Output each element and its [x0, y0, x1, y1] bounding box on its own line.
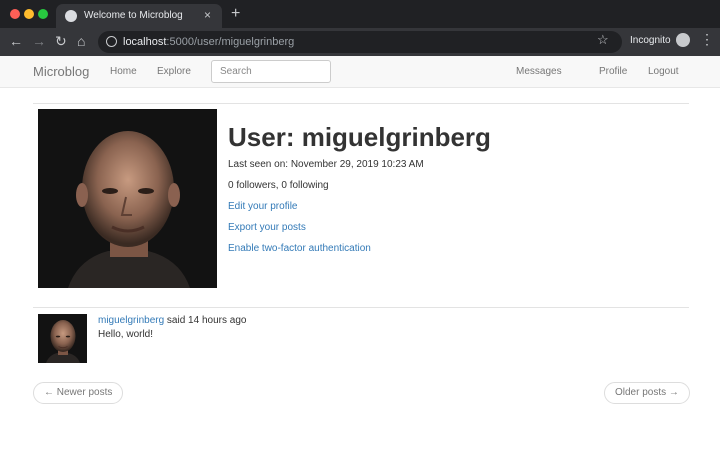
search-input[interactable]	[211, 60, 331, 83]
enable-2fa-link[interactable]: Enable two-factor authentication	[228, 243, 371, 254]
page-title: User: miguelgrinberg	[228, 122, 491, 152]
reload-icon[interactable]: ↻	[55, 33, 67, 49]
arrow-left-icon[interactable]: ←	[9, 33, 23, 49]
divider	[33, 307, 689, 308]
close-icon[interactable]: ×	[204, 8, 211, 22]
post-timestamp: said 14 hours ago	[164, 315, 247, 326]
window-close-button[interactable]	[10, 9, 20, 19]
star-icon[interactable]: ☆	[597, 32, 609, 48]
home-icon[interactable]: ⌂	[77, 33, 85, 49]
browser-toolbar: ← → ↻ ⌂ localhost:5000/user/miguelgrinbe…	[0, 28, 720, 56]
arrow-right-icon[interactable]: →	[32, 33, 46, 49]
nav-logout-link[interactable]: Logout	[648, 66, 679, 77]
info-icon[interactable]	[106, 36, 117, 47]
nav-home-link[interactable]: Home	[110, 66, 137, 77]
post-author-link[interactable]: miguelgrinberg	[98, 315, 164, 326]
last-seen-text: Last seen on: November 29, 2019 10:23 AM	[228, 159, 424, 170]
globe-icon	[65, 10, 77, 22]
address-bar[interactable]: localhost:5000/user/miguelgrinberg	[98, 31, 622, 53]
incognito-label: Incognito	[630, 35, 671, 46]
tab-strip: Welcome to Microblog × +	[0, 0, 720, 28]
post-body: Hello, world!	[98, 329, 154, 340]
newer-posts-button[interactable]: ← Newer posts	[33, 382, 124, 404]
nav-explore-link[interactable]: Explore	[157, 66, 191, 77]
browser-chrome: Welcome to Microblog × + ← → ↻ ⌂ localho…	[0, 0, 720, 56]
incognito-icon[interactable]	[676, 33, 690, 47]
url-host: localhost	[123, 36, 167, 48]
edit-profile-link[interactable]: Edit your profile	[228, 201, 297, 212]
window-minimize-button[interactable]	[24, 9, 34, 19]
nav-messages-link[interactable]: Messages	[516, 66, 562, 77]
divider	[33, 103, 689, 104]
url-path: :5000/user/miguelgrinberg	[166, 36, 295, 48]
url-text: localhost:5000/user/miguelgrinberg	[123, 36, 294, 48]
window-maximize-button[interactable]	[38, 9, 48, 19]
older-posts-button[interactable]: Older posts →	[604, 382, 690, 404]
new-tab-icon[interactable]: +	[231, 5, 240, 23]
browser-tab[interactable]: Welcome to Microblog ×	[56, 4, 222, 28]
follow-counts: 0 followers, 0 following	[228, 180, 329, 191]
user-avatar-large	[38, 109, 217, 288]
brand-link[interactable]: Microblog	[33, 64, 89, 79]
app-navbar: Microblog Home Explore Messages Profile …	[0, 56, 720, 88]
kebab-menu-icon[interactable]: ⋮	[700, 31, 714, 48]
nav-profile-link[interactable]: Profile	[599, 66, 627, 77]
tab-title: Welcome to Microblog	[84, 10, 183, 21]
post-avatar[interactable]	[38, 314, 87, 363]
post-meta: miguelgrinberg said 14 hours ago	[98, 315, 246, 326]
export-posts-link[interactable]: Export your posts	[228, 222, 306, 233]
